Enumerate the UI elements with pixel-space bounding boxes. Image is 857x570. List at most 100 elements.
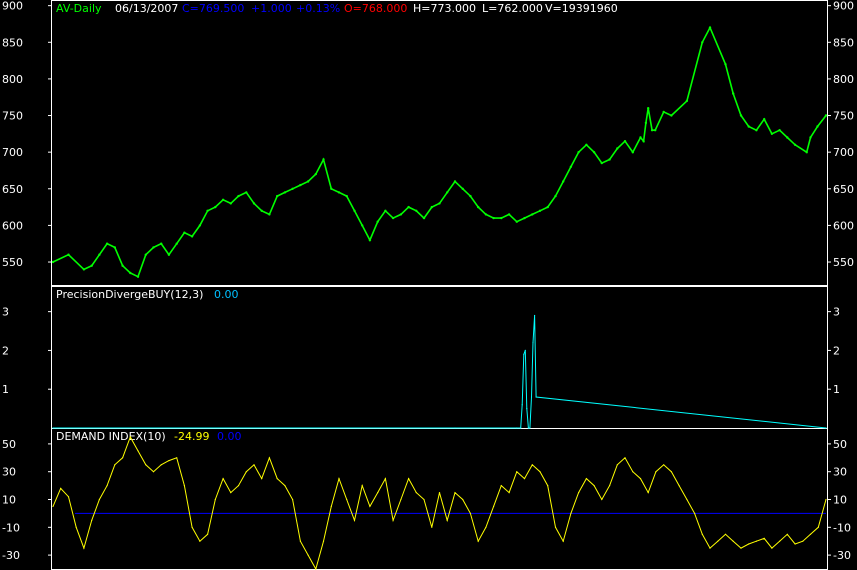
price-point-6 bbox=[113, 246, 117, 249]
price-point-77 bbox=[647, 107, 650, 110]
pdb-point-3 bbox=[520, 427, 522, 429]
price-point-68 bbox=[592, 151, 596, 154]
price-point-93 bbox=[786, 136, 789, 139]
price-point-66 bbox=[577, 151, 580, 154]
demand-point-40 bbox=[361, 485, 363, 487]
pdb-ytick-left-2: 1 bbox=[2, 383, 9, 396]
pdb-point-11 bbox=[532, 342, 534, 344]
price-point-95 bbox=[805, 151, 808, 154]
demand-point-14 bbox=[160, 464, 162, 466]
price-ytick-left-4: 700 bbox=[2, 146, 23, 159]
demand-point-36 bbox=[330, 505, 332, 507]
price-ytick-right-7: 550 bbox=[833, 256, 854, 269]
price-point-1 bbox=[67, 253, 70, 256]
price-point-10 bbox=[144, 253, 147, 256]
demand-ytick-right-4: -30 bbox=[833, 549, 851, 562]
demand-point-28 bbox=[268, 457, 270, 459]
price-point-22 bbox=[237, 194, 240, 198]
price-ytick-right-6: 600 bbox=[833, 219, 854, 232]
price-ytick-left-2: 800 bbox=[2, 73, 23, 86]
price-point-45 bbox=[415, 209, 418, 212]
demand-point-18 bbox=[191, 526, 193, 528]
demand-point-48 bbox=[423, 498, 425, 501]
demand-ytick-left-2: 10 bbox=[2, 494, 16, 507]
demand-point-34 bbox=[315, 568, 317, 570]
demand-point-72 bbox=[609, 485, 611, 487]
demand-point-62 bbox=[531, 464, 533, 466]
demand-point-57 bbox=[493, 505, 495, 507]
demand-ytick-right-1: 30 bbox=[833, 466, 847, 479]
price-point-55 bbox=[492, 216, 495, 220]
price-point-2 bbox=[82, 268, 86, 271]
price-point-54 bbox=[484, 213, 488, 216]
demand-point-98 bbox=[809, 533, 812, 535]
price-point-32 bbox=[314, 172, 317, 176]
price-point-97 bbox=[816, 125, 819, 128]
price-point-76 bbox=[644, 121, 648, 125]
pdb-ytick-left-1: 2 bbox=[2, 344, 9, 357]
pdb-point-9 bbox=[529, 427, 531, 429]
price-point-90 bbox=[763, 118, 766, 121]
price-point-81 bbox=[670, 114, 673, 117]
demand-point-55 bbox=[477, 540, 479, 542]
price-point-73 bbox=[631, 151, 634, 154]
demand-point-10 bbox=[129, 436, 131, 438]
demand-ytick-right-2: 10 bbox=[833, 494, 847, 507]
price-point-28 bbox=[283, 191, 287, 194]
demand-point-89 bbox=[740, 547, 742, 549]
price-point-63 bbox=[554, 194, 557, 198]
price-point-27 bbox=[276, 194, 279, 198]
price-point-70 bbox=[608, 158, 611, 161]
price-point-50 bbox=[453, 180, 457, 183]
price-point-57 bbox=[507, 213, 511, 216]
demand-point-44 bbox=[392, 519, 394, 522]
demand-point-67 bbox=[570, 512, 572, 515]
demand-point-63 bbox=[539, 471, 541, 473]
price-point-61 bbox=[538, 209, 542, 212]
price-point-39 bbox=[368, 238, 372, 242]
price-ytick-left-7: 550 bbox=[2, 256, 23, 269]
demand-point-24 bbox=[237, 485, 240, 487]
demand-label: DEMAND INDEX(10) bbox=[56, 430, 166, 443]
pdb-ytick-right-0: 3 bbox=[833, 306, 840, 319]
price-point-17 bbox=[198, 224, 202, 227]
price-point-42 bbox=[391, 216, 395, 220]
demand-point-29 bbox=[276, 478, 278, 480]
pdb-point-8 bbox=[527, 427, 530, 429]
price-point-23 bbox=[245, 191, 248, 194]
pdb-point-10 bbox=[530, 396, 533, 398]
price-point-75 bbox=[642, 140, 645, 143]
price-point-25 bbox=[260, 209, 263, 212]
pdb-ytick-right-1: 2 bbox=[833, 344, 840, 357]
price-point-48 bbox=[438, 202, 441, 205]
price-point-51 bbox=[461, 187, 464, 190]
price-ytick-left-5: 650 bbox=[2, 183, 23, 196]
price-point-15 bbox=[183, 231, 186, 234]
demand-signal: 0.00 bbox=[217, 430, 242, 443]
price-point-38 bbox=[361, 224, 364, 227]
demand-point-33 bbox=[307, 554, 309, 556]
pdb-value: 0.00 bbox=[214, 288, 239, 301]
header-high: H=773.000 bbox=[413, 2, 476, 15]
price-point-71 bbox=[616, 147, 619, 150]
price-point-47 bbox=[430, 205, 433, 209]
price-point-86 bbox=[732, 92, 735, 95]
demand-point-96 bbox=[794, 543, 796, 545]
price-point-78 bbox=[650, 129, 654, 132]
demand-point-77 bbox=[647, 492, 649, 494]
demand-point-78 bbox=[655, 471, 657, 473]
demand-ytick-right-3: -10 bbox=[833, 521, 851, 534]
demand-point-13 bbox=[152, 471, 155, 473]
price-ytick-left-1: 850 bbox=[2, 36, 23, 49]
demand-point-42 bbox=[377, 492, 379, 494]
demand-point-19 bbox=[199, 540, 201, 542]
price-point-30 bbox=[299, 183, 302, 187]
price-point-24 bbox=[252, 202, 256, 205]
price-point-44 bbox=[407, 205, 410, 209]
pdb-label: PrecisionDivergeBUY(12,3) bbox=[56, 288, 203, 301]
demand-point-65 bbox=[554, 526, 557, 528]
demand-point-69 bbox=[585, 478, 588, 480]
demand-point-31 bbox=[292, 498, 294, 501]
header-low: L=762.000 bbox=[482, 2, 543, 15]
demand-point-80 bbox=[670, 471, 673, 473]
